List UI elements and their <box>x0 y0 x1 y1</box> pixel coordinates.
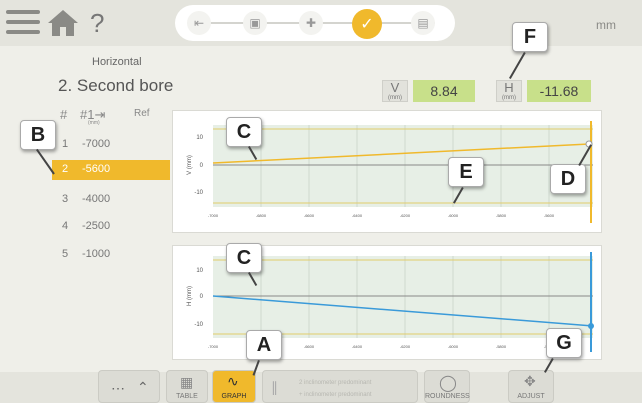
roundness-icon: ◯ <box>439 375 457 392</box>
distances-icon[interactable]: ⇤ <box>187 11 211 35</box>
v-readout: 8.84 <box>413 80 475 102</box>
callout-f: F <box>512 22 548 52</box>
h-xtick: -6000 <box>448 344 459 349</box>
results-icon[interactable]: ▤ <box>411 11 435 35</box>
dots-icon: ⋯ <box>111 380 125 396</box>
unit-label: mm <box>596 18 616 32</box>
v-ylabel: V (mm) <box>187 155 193 175</box>
v-ytick: 10 <box>196 135 203 141</box>
sensor-icon[interactable]: ▣ <box>243 11 267 35</box>
callout-c-bottom: C <box>226 243 262 273</box>
table-header: # #1⇥ (mm) Ref <box>52 105 170 127</box>
v-xtick: -7000 <box>208 213 219 218</box>
h-readout: -11.68 <box>527 80 591 102</box>
h-ylabel: H (mm) <box>187 286 193 306</box>
col-index: # <box>60 107 68 122</box>
table-row[interactable]: 1 -7000 <box>52 135 170 155</box>
v-ytick: -10 <box>194 190 203 196</box>
mode-label: Horizontal <box>92 56 142 68</box>
table-icon: ▦ <box>180 374 194 390</box>
v-xtick: -6800 <box>256 213 267 218</box>
h-xtick: -6400 <box>352 344 363 349</box>
h-data-point <box>588 323 594 329</box>
collapse-button[interactable]: ⋯ ⌃ <box>98 370 160 403</box>
callout-b: B <box>20 120 56 150</box>
callout-e: E <box>448 157 484 187</box>
h-xtick: -7000 <box>208 344 219 349</box>
col-ref: Ref <box>134 108 150 119</box>
callout-c-top: C <box>226 117 262 147</box>
page-title: 2. Second bore <box>58 76 174 95</box>
adjust-button[interactable]: ✥ ADJUST <box>508 370 554 403</box>
v-xtick: -6000 <box>448 213 459 218</box>
v-xtick: -6600 <box>304 213 315 218</box>
roundness-button[interactable]: ◯ ROUNDNESS <box>424 370 470 403</box>
col-position-unit: (mm) <box>88 120 100 126</box>
step-indicator: ⇤ ▣ ✚ ✓ ▤ <box>175 5 455 41</box>
h-axis-tag: H (mm) <box>496 80 522 102</box>
table-row[interactable]: 3 -4000 <box>52 190 170 210</box>
measurement-table: # #1⇥ (mm) Ref 1 -7000 2 -5600 3 -4000 4 -25… <box>52 105 170 275</box>
h-xtick: -5800 <box>496 344 507 349</box>
callout-g: G <box>546 328 582 358</box>
center-icon[interactable]: ✚ <box>299 11 323 35</box>
v-axis-tag: V (mm) <box>382 80 408 102</box>
h-ytick: 10 <box>196 268 203 274</box>
table-row[interactable]: 4 -2500 <box>52 217 170 237</box>
callout-a: A <box>246 330 282 360</box>
h-xtick: -6200 <box>400 344 411 349</box>
h-ytick: 0 <box>200 294 204 300</box>
table-button[interactable]: ▦ TABLE <box>166 370 208 403</box>
home-icon[interactable] <box>46 8 80 38</box>
adjust-icon: ✥ <box>524 373 536 389</box>
filter-button[interactable]: ∥ 2 inclinometer predominant + inclinome… <box>262 370 418 403</box>
graph-button[interactable]: ∿ GRAPH <box>212 370 256 403</box>
v-xtick: -5600 <box>544 213 555 218</box>
table-row[interactable]: 5 -1000 <box>52 245 170 265</box>
help-icon[interactable]: ? <box>90 8 104 39</box>
graph-icon: ∿ <box>227 373 239 389</box>
v-xtick: -5800 <box>496 213 507 218</box>
table-row-selected[interactable]: 2 -5600 <box>52 160 170 180</box>
callout-d: D <box>550 164 586 194</box>
chevron-up-icon: ⌃ <box>137 379 149 395</box>
measure-icon[interactable]: ✓ <box>352 9 382 39</box>
menu-icon[interactable] <box>6 10 40 36</box>
v-xtick: -6400 <box>352 213 363 218</box>
h-xtick: -6600 <box>304 344 315 349</box>
h-ytick: -10 <box>194 322 203 328</box>
callout-f-tail <box>509 52 526 79</box>
v-xtick: -6200 <box>400 213 411 218</box>
v-ytick: 0 <box>200 163 204 169</box>
inclinometer-icon: ∥ <box>271 379 278 395</box>
